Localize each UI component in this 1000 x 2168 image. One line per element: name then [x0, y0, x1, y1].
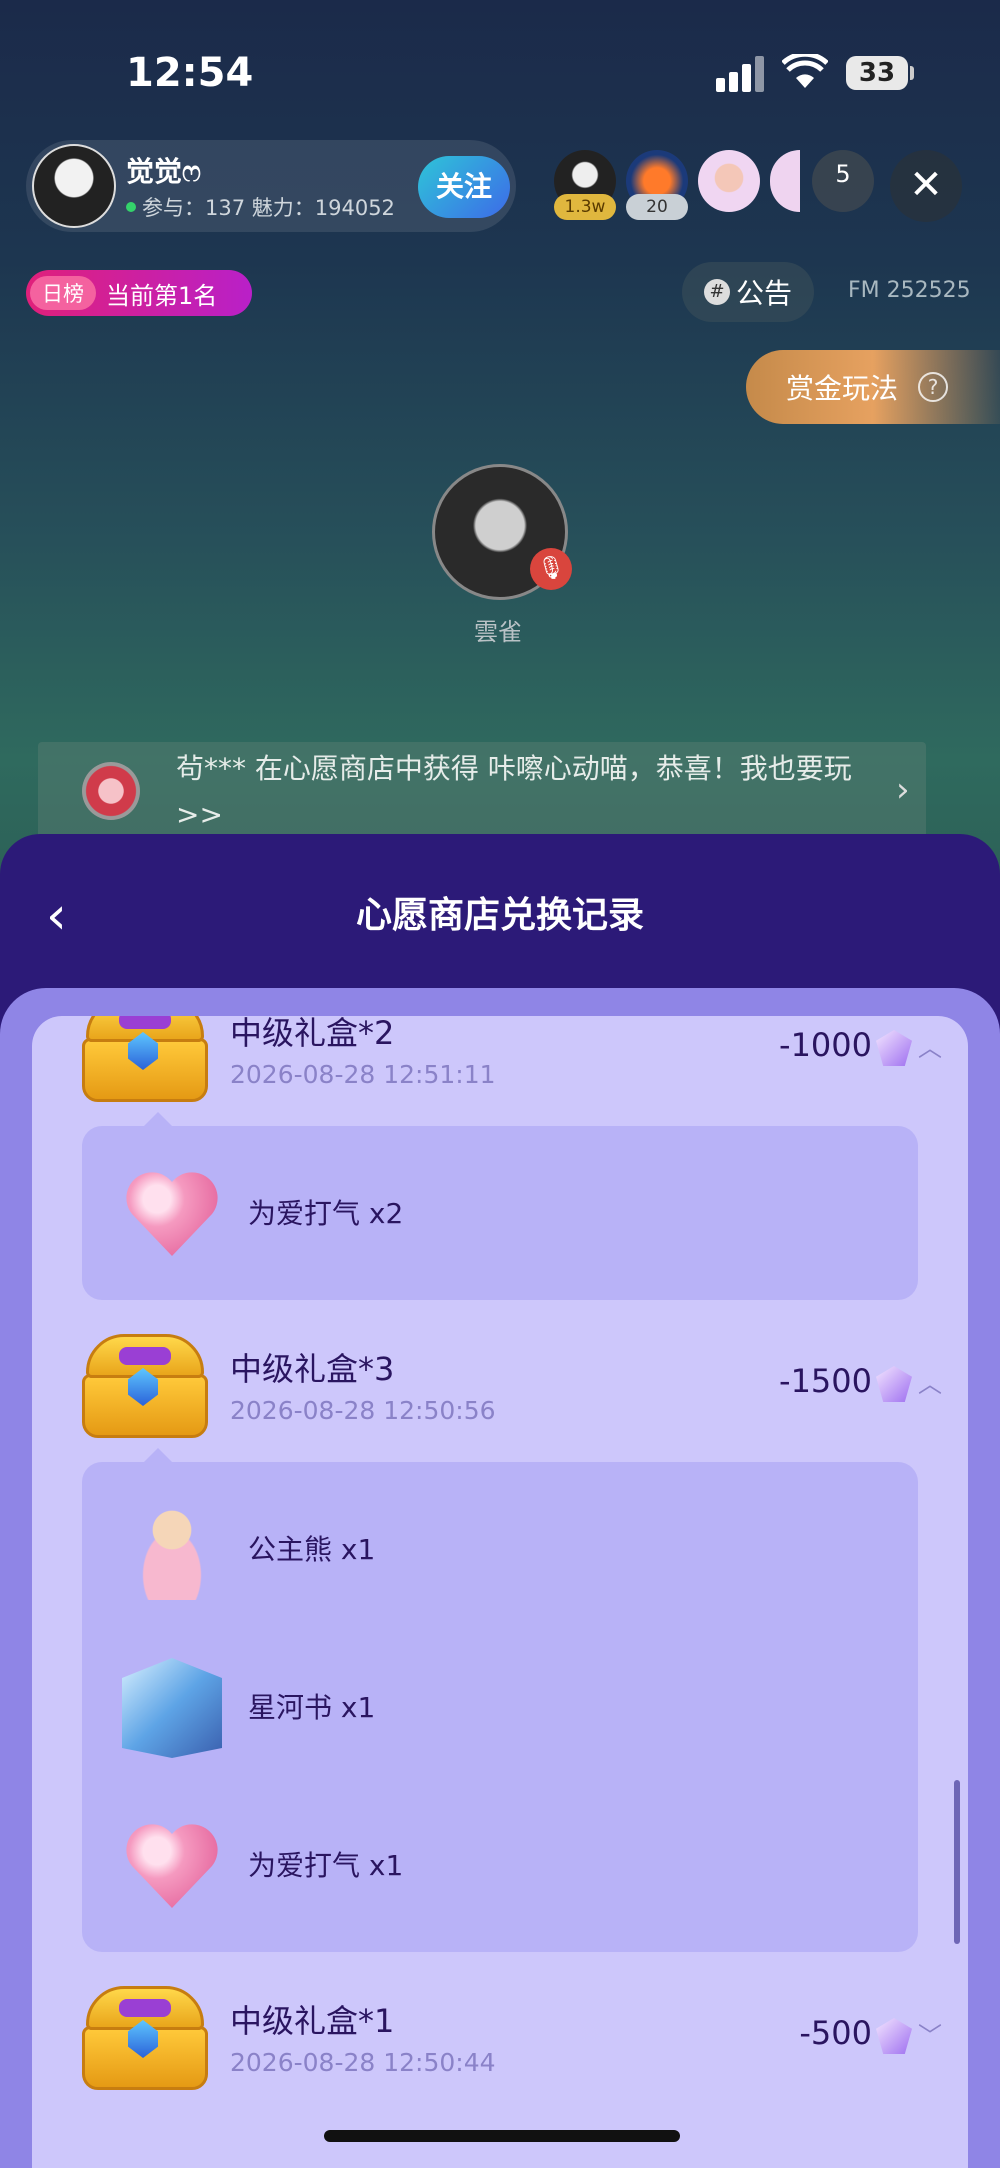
- exchange-record-sheet: ‹ 心愿商店兑换记录 中级礼盒*2 2026-08-28 12:51:11 -1…: [0, 834, 1000, 2168]
- treasure-chest-icon: [82, 1334, 208, 1438]
- status-bar: 12:54 33: [0, 0, 1000, 140]
- list-item: 公主熊 x1: [82, 1470, 918, 1628]
- record-amount: -1000: [779, 1026, 872, 1064]
- record-title: 中级礼盒*1: [230, 2002, 395, 2040]
- record-detail: 为爱打气 x2: [82, 1112, 918, 1300]
- sheet-title: 心愿商店兑换记录: [355, 895, 644, 936]
- diamond-icon: [876, 1366, 912, 1402]
- record-title: 中级礼盒*3: [230, 1350, 395, 1388]
- host-avatar[interactable]: [32, 144, 116, 228]
- record-detail: 公主熊 x1 星河书 x1 为爱打气 x1: [82, 1448, 918, 1952]
- notice-button[interactable]: # 公告: [682, 262, 814, 322]
- chevron-down-icon[interactable]: ﹀: [918, 2016, 942, 2051]
- broadcast-banner[interactable]: 茍*** 在心愿商店中获得 咔嚓心动喵，恭喜！我也要玩 >> ›: [38, 742, 926, 842]
- gift-icon: [82, 762, 140, 820]
- battery-tip: [910, 66, 914, 80]
- chevron-up-icon[interactable]: ︿: [918, 1028, 942, 1063]
- mic-muted-icon: 🎙: [530, 548, 572, 590]
- diamond-icon: [876, 2018, 912, 2054]
- record-amount: -500: [799, 2014, 872, 2052]
- record-row[interactable]: 中级礼盒*2 2026-08-28 12:51:11 -1000 ︿: [32, 1016, 968, 1108]
- daily-rank-badge[interactable]: 日榜 当前第1名: [26, 270, 252, 316]
- audience-badge-1: 1.3w: [554, 194, 616, 220]
- audience-badge-2: 20: [626, 194, 688, 220]
- signal-icon: [716, 56, 766, 92]
- online-dot: [126, 202, 136, 212]
- record-title: 中级礼盒*2: [230, 1016, 395, 1052]
- follow-button[interactable]: 关注: [418, 156, 510, 218]
- mic-seat-name: 雲雀: [474, 618, 522, 646]
- close-icon[interactable]: ✕: [890, 150, 962, 222]
- treasure-chest-icon: [82, 1986, 208, 2090]
- heart-wand-icon: [122, 1164, 222, 1264]
- item-name: 为爱打气 x1: [248, 1849, 404, 1882]
- chevron-up-icon[interactable]: ︿: [918, 1364, 942, 1399]
- notice-label: 公告: [735, 277, 792, 310]
- record-row[interactable]: 中级礼盒*3 2026-08-28 12:50:56 -1500 ︿: [32, 1324, 968, 1444]
- bounty-button[interactable]: 赏金玩法 ?: [746, 350, 1000, 424]
- diamond-icon: [876, 1030, 912, 1066]
- record-amount: -1500: [779, 1362, 872, 1400]
- wifi-icon: [782, 54, 828, 88]
- record-date: 2026-08-28 12:50:56: [230, 1396, 496, 1425]
- record-list[interactable]: 中级礼盒*2 2026-08-28 12:51:11 -1000 ︿ 为爱打气 …: [32, 1016, 968, 2168]
- audience-more-number: 5: [835, 160, 851, 188]
- status-time: 12:54: [126, 50, 254, 96]
- record-row[interactable]: 中级礼盒*1 2026-08-28 12:50:44 -500 ﹀: [32, 1976, 968, 2096]
- list-item: 星河书 x1: [82, 1628, 918, 1786]
- rank-tag: 日榜: [30, 276, 96, 310]
- host-stats-text: 参与：137 魅力：194052: [142, 196, 395, 220]
- broadcast-text: 茍*** 在心愿商店中获得 咔嚓心动喵，恭喜！我也要玩 >>: [176, 752, 852, 831]
- item-name: 公主熊 x1: [248, 1533, 376, 1566]
- home-indicator[interactable]: [324, 2130, 680, 2142]
- battery-indicator: 33: [846, 56, 908, 90]
- audience-more-count[interactable]: 5: [812, 150, 874, 212]
- bounty-label: 赏金玩法: [786, 372, 899, 405]
- item-name: 为爱打气 x2: [248, 1197, 404, 1230]
- help-icon[interactable]: ?: [918, 372, 949, 402]
- audience-avatar-4[interactable]: [770, 150, 800, 212]
- treasure-chest-icon: [82, 1016, 208, 1102]
- host-stats: 参与：137 魅力：194052: [126, 192, 395, 222]
- record-date: 2026-08-28 12:51:11: [230, 1060, 496, 1089]
- list-item: 为爱打气 x1: [82, 1786, 918, 1944]
- audience-avatar-3[interactable]: [698, 150, 760, 212]
- chevron-right-icon[interactable]: ›: [896, 770, 910, 810]
- galaxy-book-icon: [122, 1658, 222, 1758]
- princess-bear-icon: [122, 1500, 222, 1600]
- heart-wand-icon: [122, 1816, 222, 1916]
- fm-id: FM 252525: [848, 278, 971, 303]
- scrollbar[interactable]: [954, 1780, 960, 1944]
- record-date: 2026-08-28 12:50:44: [230, 2048, 496, 2077]
- hash-icon: #: [703, 279, 730, 305]
- host-name: 觉觉ෆ: [126, 155, 201, 188]
- list-item: 为爱打气 x2: [82, 1134, 918, 1292]
- item-name: 星河书 x1: [248, 1691, 376, 1724]
- rank-text: 当前第1名: [106, 281, 218, 310]
